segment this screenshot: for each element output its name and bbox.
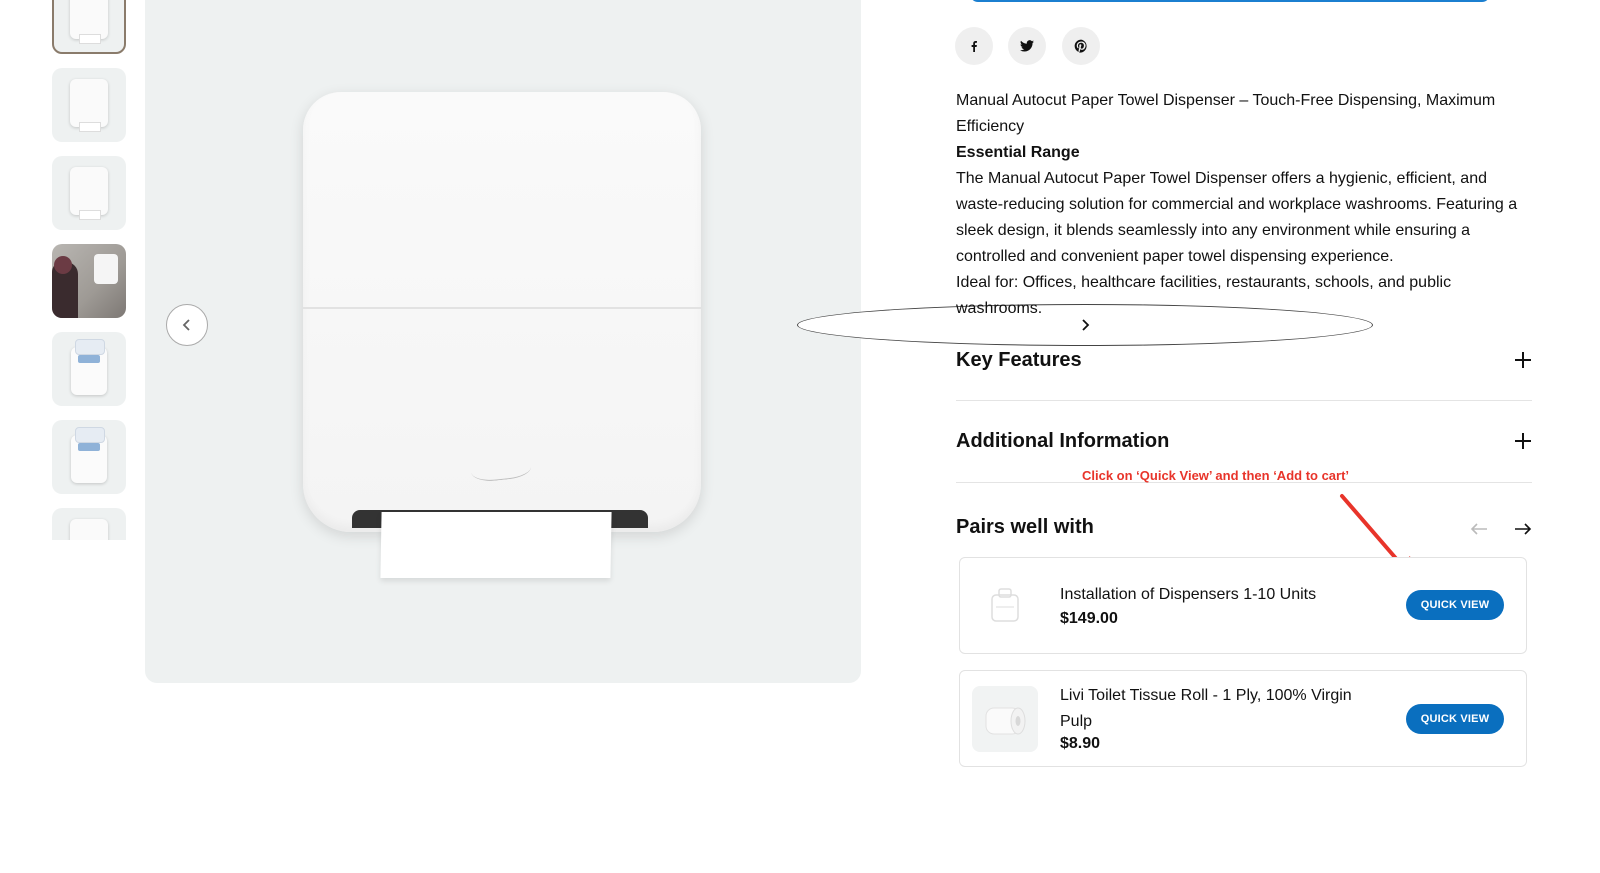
dispenser-thumbnail-image [70, 519, 108, 540]
dispenser-logo [469, 450, 533, 484]
pair-product-price: $8.90 [1060, 735, 1101, 752]
dispenser-thumbnail-image [70, 0, 108, 44]
product-description-text: The Manual Autocut Paper Towel Dispenser… [956, 170, 1518, 265]
pair-product-card: Livi Toilet Tissue Roll - 1 Ply, 100% Vi… [959, 670, 1527, 767]
paper-towel [380, 512, 612, 578]
installation-icon [991, 588, 1019, 622]
product-range: Essential Range [956, 144, 1080, 161]
thumbnail-1[interactable] [52, 0, 126, 54]
pair-product-name[interactable]: Installation of Dispensers 1-10 Units [1060, 582, 1316, 608]
dispenser-thumbnail-image [70, 167, 108, 220]
thumbnail-2[interactable] [52, 68, 126, 142]
open-dispenser-image [71, 339, 107, 395]
arrow-left-icon [1470, 523, 1487, 535]
instruction-annotation: Click on ‘Quick View’ and then ‘Add to c… [1082, 468, 1350, 483]
thumbnail-6[interactable] [52, 420, 126, 494]
thumbnail-7[interactable] [52, 508, 126, 540]
thumbnail-4[interactable] [52, 244, 126, 318]
pair-product-name[interactable]: Livi Toilet Tissue Roll - 1 Ply, 100% Vi… [1060, 683, 1380, 735]
add-to-cart-button-edge[interactable] [970, 0, 1490, 2]
pair-product-price: $149.00 [1060, 610, 1118, 627]
main-product-image [145, 0, 861, 683]
pair-product-card: Installation of Dispensers 1-10 Units $1… [959, 557, 1527, 654]
arrow-right-icon [1515, 523, 1532, 535]
product-description: Manual Autocut Paper Towel Dispenser – T… [956, 88, 1532, 322]
thumbnail-strip [52, 0, 126, 540]
pairs-prev-button[interactable] [1468, 518, 1490, 540]
thumbnail-3[interactable] [52, 156, 126, 230]
accordion-additional-information[interactable]: Additional Information [956, 421, 1532, 461]
pinterest-icon [1074, 39, 1087, 53]
wall-dispenser-image [94, 254, 118, 284]
accordion-key-features[interactable]: Key Features [956, 340, 1532, 380]
divider [956, 400, 1532, 401]
open-dispenser-image [71, 427, 107, 483]
quick-view-button[interactable]: QUICK VIEW [1406, 590, 1504, 620]
accordion-title: Additional Information [956, 429, 1170, 452]
product-thumbnail[interactable] [972, 573, 1038, 639]
plus-icon [1515, 352, 1531, 368]
thumbnail-5[interactable] [52, 332, 126, 406]
person-figure [52, 256, 78, 318]
chevron-left-icon [182, 319, 190, 331]
pairs-next-button[interactable] [1512, 518, 1534, 540]
pairs-well-with-title: Pairs well with [956, 516, 1094, 538]
dispenser-illustration [303, 92, 701, 532]
product-ideal-for: Ideal for: Offices, healthcare facilitie… [956, 274, 1452, 317]
accordion-title: Key Features [956, 348, 1082, 371]
gallery-prev-button[interactable] [166, 304, 208, 346]
dispenser-seam [303, 307, 701, 309]
share-facebook-button[interactable] [955, 27, 993, 65]
dispenser-thumbnail-image [70, 79, 108, 132]
tissue-roll-icon [985, 707, 1026, 735]
share-twitter-button[interactable] [1008, 27, 1046, 65]
product-headline: Manual Autocut Paper Towel Dispenser – T… [956, 92, 1496, 135]
share-pinterest-button[interactable] [1062, 27, 1100, 65]
quick-view-button[interactable]: QUICK VIEW [1406, 704, 1504, 734]
twitter-icon [1020, 40, 1034, 52]
facebook-icon [971, 41, 977, 52]
plus-icon [1515, 433, 1531, 449]
product-thumbnail[interactable] [972, 686, 1038, 752]
